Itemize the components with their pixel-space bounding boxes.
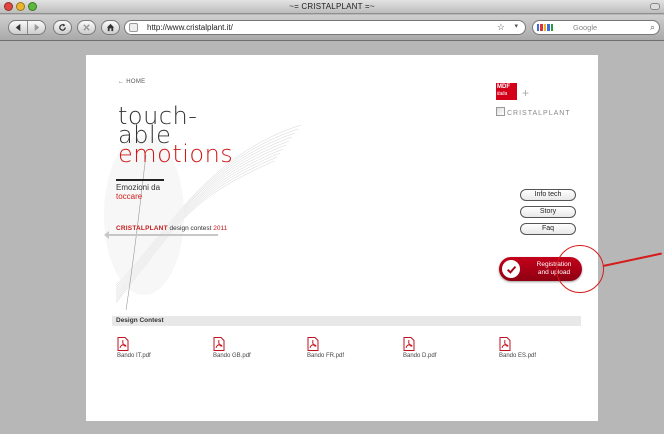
contest-middle: design contest [167, 225, 214, 232]
mdf-logo: MDF italia [496, 83, 517, 100]
logos: MDF italia + CRISTALPLANT [492, 79, 592, 125]
pdf-label[interactable]: Bando FR.pdf [307, 353, 367, 359]
arrow-left-icon [104, 231, 218, 239]
faq-button[interactable]: Faq [520, 223, 576, 235]
browser-toolbar: http://www.cristalplant.it/ ☆ ▾ Google ⌕ [0, 15, 664, 41]
url-text[interactable]: http://www.cristalplant.it/ [147, 23, 233, 32]
stop-icon [83, 24, 90, 31]
forward-arrow-icon[interactable] [32, 23, 41, 32]
bookmark-star-icon[interactable]: ☆ [497, 22, 505, 33]
search-bar[interactable]: Google ⌕ [532, 20, 660, 35]
pdf-icon [499, 337, 511, 351]
subtitle-line-1: Emozioni da [116, 183, 161, 192]
plus-sign: + [522, 86, 530, 100]
subtitle: Emozioni da toccare [116, 183, 160, 201]
home-icon [106, 23, 115, 32]
contest-title: CRISTALPLANT design contest 2011 [116, 225, 227, 232]
page-content: ← HOME touch- able emotions Emozioni da … [86, 55, 662, 421]
pdf-label[interactable]: Bando GB.pdf [213, 353, 273, 359]
callout-line [602, 252, 662, 267]
pdf-label[interactable]: Bando D.pdf [403, 353, 463, 359]
headline: touch- able emotions [118, 104, 234, 168]
pdf-label[interactable]: Bando ES.pdf [499, 353, 559, 359]
home-link[interactable]: ← HOME [118, 79, 145, 85]
window-titlebar: ~= CRISTALPLANT =~ [0, 0, 664, 14]
search-icon[interactable]: ⌕ [650, 22, 655, 33]
pdf-icon [403, 337, 415, 351]
story-button[interactable]: Story [520, 206, 576, 218]
pdf-link-it[interactable]: Bando IT.pdf [117, 337, 177, 359]
reload-button[interactable] [53, 20, 72, 35]
chevron-down-icon[interactable]: ▾ [514, 22, 518, 30]
stop-button[interactable] [77, 20, 96, 35]
contest-year: 2011 [213, 225, 228, 232]
checkmark-icon [502, 260, 520, 278]
google-engine-icon[interactable] [537, 23, 554, 32]
info-tech-button[interactable]: Info tech [520, 189, 576, 201]
section-title: Design Contest [116, 317, 164, 324]
callout-circle [556, 245, 604, 293]
cristalplant-logo: CRISTALPLANT [496, 107, 571, 117]
toolbar-toggle-button[interactable] [650, 3, 660, 10]
reload-icon [59, 23, 66, 31]
mdf-logo-text: MDF [497, 84, 510, 90]
pdf-label[interactable]: Bando IT.pdf [117, 353, 177, 359]
divider [116, 179, 164, 181]
pdf-link-d[interactable]: Bando D.pdf [403, 337, 463, 359]
cristalplant-logo-icon [496, 107, 505, 116]
contest-brand: CRISTALPLANT [116, 225, 168, 232]
back-arrow-icon[interactable] [14, 23, 23, 32]
home-button[interactable] [101, 20, 120, 35]
mdf-logo-sub: italia [497, 91, 508, 97]
favicon-icon [129, 23, 138, 32]
back-forward-buttons [8, 20, 46, 35]
search-placeholder[interactable]: Google [573, 23, 597, 32]
pdf-link-es[interactable]: Bando ES.pdf [499, 337, 559, 359]
pdf-icon [117, 337, 129, 351]
pdf-link-fr[interactable]: Bando FR.pdf [307, 337, 367, 359]
section-header: Design Contest [112, 316, 581, 326]
subtitle-line-2: toccare [116, 192, 143, 201]
address-bar[interactable]: http://www.cristalplant.it/ ☆ ▾ [124, 20, 526, 35]
pdf-link-gb[interactable]: Bando GB.pdf [213, 337, 273, 359]
pdf-icon [213, 337, 225, 351]
headline-line-3: emotions [118, 140, 234, 168]
window-title: ~= CRISTALPLANT =~ [289, 2, 375, 11]
pdf-icon [307, 337, 319, 351]
cristalplant-logo-text: CRISTALPLANT [507, 110, 571, 117]
